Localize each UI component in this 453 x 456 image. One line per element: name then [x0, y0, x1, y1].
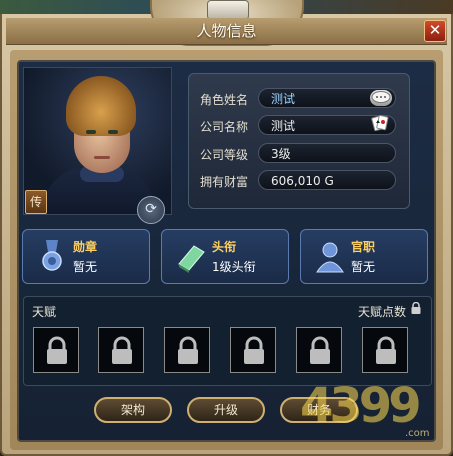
- book-icon: [178, 245, 205, 273]
- watermark-suffix: .com: [405, 428, 430, 439]
- scroll-emblem-icon: [207, 0, 249, 20]
- portrait-mouth: [94, 156, 110, 159]
- talent-slot-3[interactable]: [164, 327, 210, 373]
- structure-button[interactable]: 架构: [94, 397, 172, 423]
- medal-title: 勋章: [73, 240, 98, 254]
- talent-slot-4[interactable]: [230, 327, 276, 373]
- wealth-value: 606,010 G: [271, 174, 334, 188]
- rotate-portrait-button[interactable]: ⟳: [137, 196, 165, 224]
- biography-button[interactable]: 传: [25, 190, 47, 214]
- official-post-card[interactable]: 官职 暂无: [300, 229, 428, 284]
- portrait-eye-left: [86, 130, 96, 134]
- chat-bubble-icon[interactable]: [370, 90, 392, 106]
- name-value: 测试: [271, 92, 296, 106]
- talent-label: 天赋: [32, 305, 57, 319]
- talent-slot-1[interactable]: [33, 327, 79, 373]
- medal-card[interactable]: 勋章 暂无: [22, 229, 150, 284]
- person-icon: [316, 242, 344, 273]
- title-card-value: 1级头衔: [212, 260, 256, 274]
- lock-icon: [47, 336, 67, 364]
- official-post-title: 官职: [351, 240, 376, 254]
- medal-icon: [42, 240, 62, 271]
- lock-icon: [178, 336, 198, 364]
- window-title: 人物信息: [196, 22, 257, 40]
- wealth-field: 606,010 G: [258, 170, 396, 190]
- talent-slot-2[interactable]: [98, 327, 144, 373]
- level-value: 3级: [271, 147, 291, 161]
- title-card-title: 头衔: [212, 240, 237, 254]
- portrait-hair: [66, 76, 136, 136]
- lock-icon: [244, 336, 264, 364]
- lock-icon: [376, 336, 396, 364]
- talent-points-label: 天赋点数: [358, 305, 407, 319]
- upgrade-button[interactable]: 升级: [187, 397, 265, 423]
- company-value: 测试: [271, 119, 296, 133]
- playing-cards-icon[interactable]: [370, 113, 390, 133]
- official-post-value: 暂无: [351, 260, 376, 274]
- wealth-label: 拥有财富: [200, 175, 249, 189]
- portrait-eye-right: [108, 130, 118, 134]
- medal-value: 暂无: [73, 260, 98, 274]
- lock-icon: [310, 336, 330, 364]
- title-card[interactable]: 头衔 1级头衔: [161, 229, 289, 284]
- talent-slot-6[interactable]: [362, 327, 408, 373]
- lock-icon: [112, 336, 132, 364]
- level-field: 3级: [258, 143, 396, 163]
- name-label: 角色姓名: [200, 93, 249, 107]
- talent-slot-5[interactable]: [296, 327, 342, 373]
- company-label: 公司名称: [200, 120, 249, 134]
- talent-points-lock-icon: [411, 302, 421, 314]
- level-label: 公司等级: [200, 148, 249, 162]
- close-button[interactable]: ✕: [424, 20, 446, 42]
